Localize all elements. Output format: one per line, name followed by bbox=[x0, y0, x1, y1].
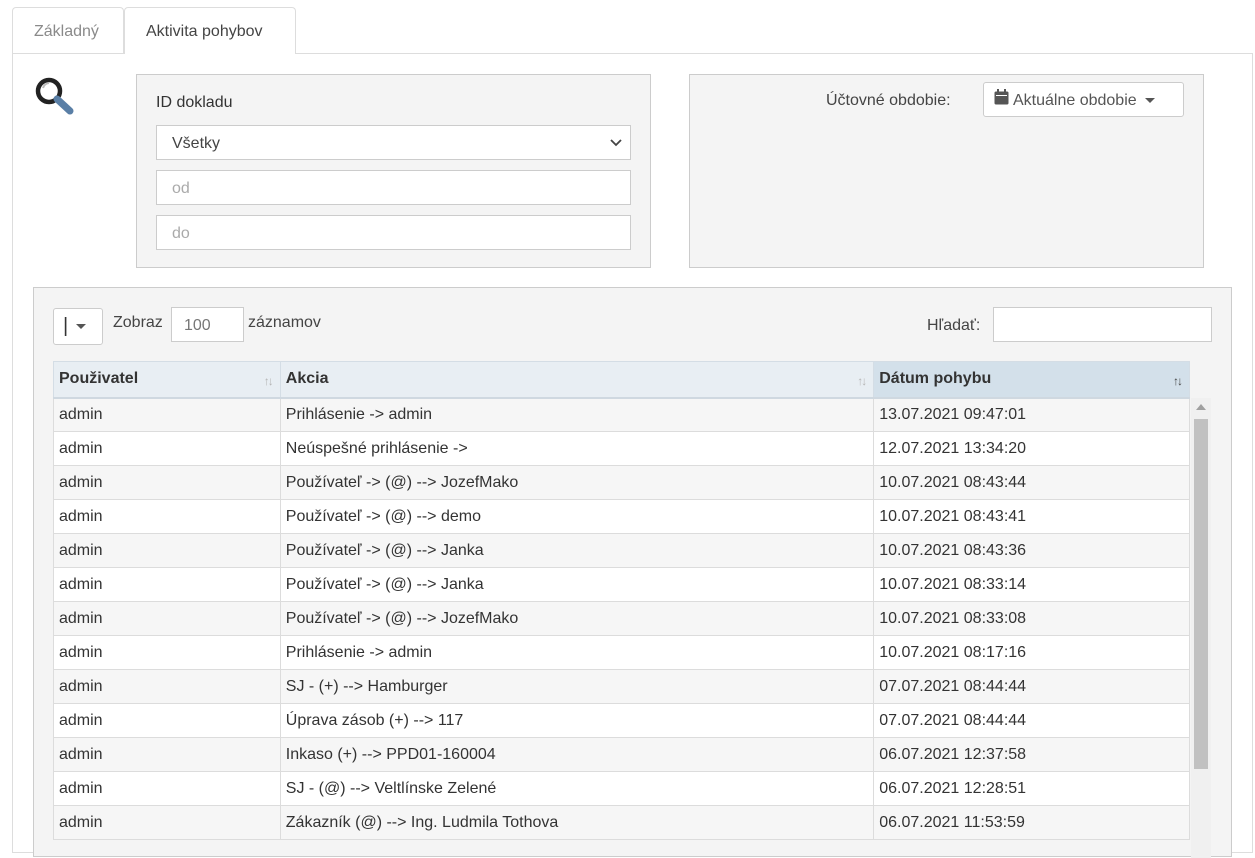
cell-user: admin bbox=[53, 771, 281, 806]
cell-action: Úprava zásob (+) --> 117 bbox=[279, 703, 875, 738]
cell-date: 12.07.2021 13:34:20 bbox=[873, 431, 1190, 466]
table-row[interactable]: admin Používateľ -> (@) --> JozefMako 10.0… bbox=[53, 601, 1190, 636]
period-label: Účtovné obdobie: bbox=[826, 92, 951, 109]
cell-user: admin bbox=[53, 465, 281, 500]
cell-date: 10.07.2021 08:17:16 bbox=[873, 635, 1190, 670]
table-header-row: Použivatel ↑↓ Akcia ↑↓ Dátum pohybu ↑↓ bbox=[53, 361, 1190, 399]
table-row[interactable]: admin SJ - (@) --> Veltlínske Zelené 06.07… bbox=[53, 771, 1190, 806]
cell-action: Prihlásenie -> admin bbox=[279, 397, 875, 432]
cell-action: SJ - (+) --> Hamburger bbox=[279, 669, 875, 704]
cell-action: Inkaso (+) --> PPD01-160004 bbox=[279, 737, 875, 772]
cell-user: admin bbox=[53, 431, 281, 466]
period-dropdown-button[interactable]: Aktuálne obdobie bbox=[983, 82, 1184, 117]
cell-action: Prihlásenie -> admin bbox=[279, 635, 875, 670]
table-row[interactable]: admin Používateľ -> (@) --> Janka 10.07.20… bbox=[53, 533, 1190, 568]
table-row[interactable]: admin Používateľ -> (@) --> Janka 10.07.20… bbox=[53, 567, 1190, 602]
cell-user: admin bbox=[53, 737, 281, 772]
cell-date: 10.07.2021 08:43:36 bbox=[873, 533, 1190, 568]
cell-user: admin bbox=[53, 703, 281, 738]
column-header-date[interactable]: Dátum pohybu ↑↓ bbox=[873, 361, 1190, 399]
cell-user: admin bbox=[53, 635, 281, 670]
cell-date: 10.07.2021 08:43:44 bbox=[873, 465, 1190, 500]
cell-user: admin bbox=[53, 533, 281, 568]
table-body: admin Prihlásenie -> admin 13.07.2021 09:4… bbox=[53, 397, 1190, 840]
table-row[interactable]: admin Prihlásenie -> admin 13.07.2021 09:4… bbox=[53, 397, 1190, 432]
cell-user: admin bbox=[53, 397, 281, 432]
table-row[interactable]: admin Zákazník (@) --> Ing. Ludmila Totho… bbox=[53, 805, 1190, 840]
scroll-up-arrow-icon[interactable] bbox=[1196, 404, 1206, 410]
records-label: záznamov bbox=[248, 314, 321, 331]
cell-date: 06.07.2021 11:53:59 bbox=[873, 805, 1190, 840]
cell-action: Zákazník (@) --> Ing. Ludmila Tothova bbox=[279, 805, 875, 840]
column-toggle-label: | bbox=[63, 315, 69, 337]
column-visibility-button[interactable]: | bbox=[53, 308, 103, 345]
cell-date: 10.07.2021 08:43:41 bbox=[873, 499, 1190, 534]
cell-user: admin bbox=[53, 499, 281, 534]
cell-date: 07.07.2021 08:44:44 bbox=[873, 703, 1190, 738]
cell-date: 10.07.2021 08:33:08 bbox=[873, 601, 1190, 636]
table-row[interactable]: admin Inkaso (+) --> PPD01-160004 06.07.20… bbox=[53, 737, 1190, 772]
doc-id-select[interactable]: Všetky bbox=[156, 125, 631, 160]
sort-icon: ↑↓ bbox=[263, 374, 274, 388]
cell-action: SJ - (@) --> Veltlínske Zelené bbox=[279, 771, 875, 806]
chevron-down-icon bbox=[610, 126, 622, 174]
cell-date: 10.07.2021 08:33:14 bbox=[873, 567, 1190, 602]
table-row[interactable]: admin Používateľ -> (@) --> JozefMako 10.0… bbox=[53, 465, 1190, 500]
magnifier-icon bbox=[33, 76, 77, 116]
page-length-input[interactable]: 100 bbox=[171, 307, 244, 342]
cell-user: admin bbox=[53, 601, 281, 636]
scrollbar-thumb[interactable] bbox=[1194, 419, 1208, 769]
table-search-input[interactable] bbox=[993, 307, 1212, 342]
cell-action: Neúspešné prihlásenie -> bbox=[279, 431, 875, 466]
calendar-icon bbox=[994, 83, 1009, 118]
table-row[interactable]: admin Neúspešné prihlásenie -> 12.07.2021 … bbox=[53, 431, 1190, 466]
activity-table: Použivatel ↑↓ Akcia ↑↓ Dátum pohybu ↑↓ admi… bbox=[53, 361, 1190, 840]
column-header-action[interactable]: Akcia ↑↓ bbox=[279, 361, 875, 399]
table-row[interactable]: admin Používateľ -> (@) --> demo 10.07.202… bbox=[53, 499, 1190, 534]
doc-id-label: ID dokladu bbox=[156, 94, 233, 111]
cell-action: Používateľ -> (@) --> JozefMako bbox=[279, 601, 875, 636]
cell-action: Používateľ -> (@) --> JozefMako bbox=[279, 465, 875, 500]
period-value: Aktuálne obdobie bbox=[1013, 92, 1137, 109]
sort-icon: ↑↓ bbox=[857, 374, 867, 388]
cell-date: 06.07.2021 12:28:51 bbox=[873, 771, 1190, 806]
caret-down-icon bbox=[76, 324, 87, 330]
activity-table-panel: | Zobraz 100 záznamov Hľadať: Použivatel… bbox=[33, 287, 1232, 858]
cell-action: Používateľ -> (@) --> Janka bbox=[279, 533, 875, 568]
tab-aktivita-pohybov[interactable]: Aktivita pohybov bbox=[124, 7, 296, 54]
column-header-user[interactable]: Použivatel ↑↓ bbox=[53, 361, 281, 399]
caret-down-icon bbox=[1144, 98, 1155, 104]
cell-date: 06.07.2021 12:37:58 bbox=[873, 737, 1190, 772]
cell-user: admin bbox=[53, 669, 281, 704]
cell-action: Používateľ -> (@) --> demo bbox=[279, 499, 875, 534]
column-header-label: Akcia bbox=[285, 370, 329, 388]
doc-id-to-input[interactable]: do bbox=[156, 215, 631, 250]
table-row[interactable]: admin Prihlásenie -> admin 10.07.2021 08:1… bbox=[53, 635, 1190, 670]
sort-desc-icon: ↑↓ bbox=[1173, 374, 1183, 388]
column-header-label: Použivatel bbox=[59, 370, 139, 388]
cell-user: admin bbox=[53, 805, 281, 840]
doc-id-filter-panel: ID dokladu Všetky od do bbox=[136, 74, 651, 268]
table-scrollbar[interactable] bbox=[1191, 398, 1211, 858]
cell-user: admin bbox=[53, 567, 281, 602]
show-label: Zobraz bbox=[113, 314, 163, 331]
column-header-label: Dátum pohybu bbox=[879, 370, 992, 388]
table-row[interactable]: admin SJ - (+) --> Hamburger 07.07.2021 08… bbox=[53, 669, 1190, 704]
cell-date: 07.07.2021 08:44:44 bbox=[873, 669, 1190, 704]
cell-date: 13.07.2021 09:47:01 bbox=[873, 397, 1190, 432]
cell-action: Používateľ -> (@) --> Janka bbox=[279, 567, 875, 602]
tab-zakladny[interactable]: Základný bbox=[12, 7, 124, 53]
doc-id-select-value: Všetky bbox=[172, 135, 221, 152]
search-label: Hľadať: bbox=[927, 317, 981, 334]
doc-id-from-input[interactable]: od bbox=[156, 170, 631, 205]
period-filter-panel: Účtovné obdobie: Aktuálne obdobie bbox=[689, 74, 1204, 268]
table-row[interactable]: admin Úprava zásob (+) --> 117 07.07.2021 … bbox=[53, 703, 1190, 738]
